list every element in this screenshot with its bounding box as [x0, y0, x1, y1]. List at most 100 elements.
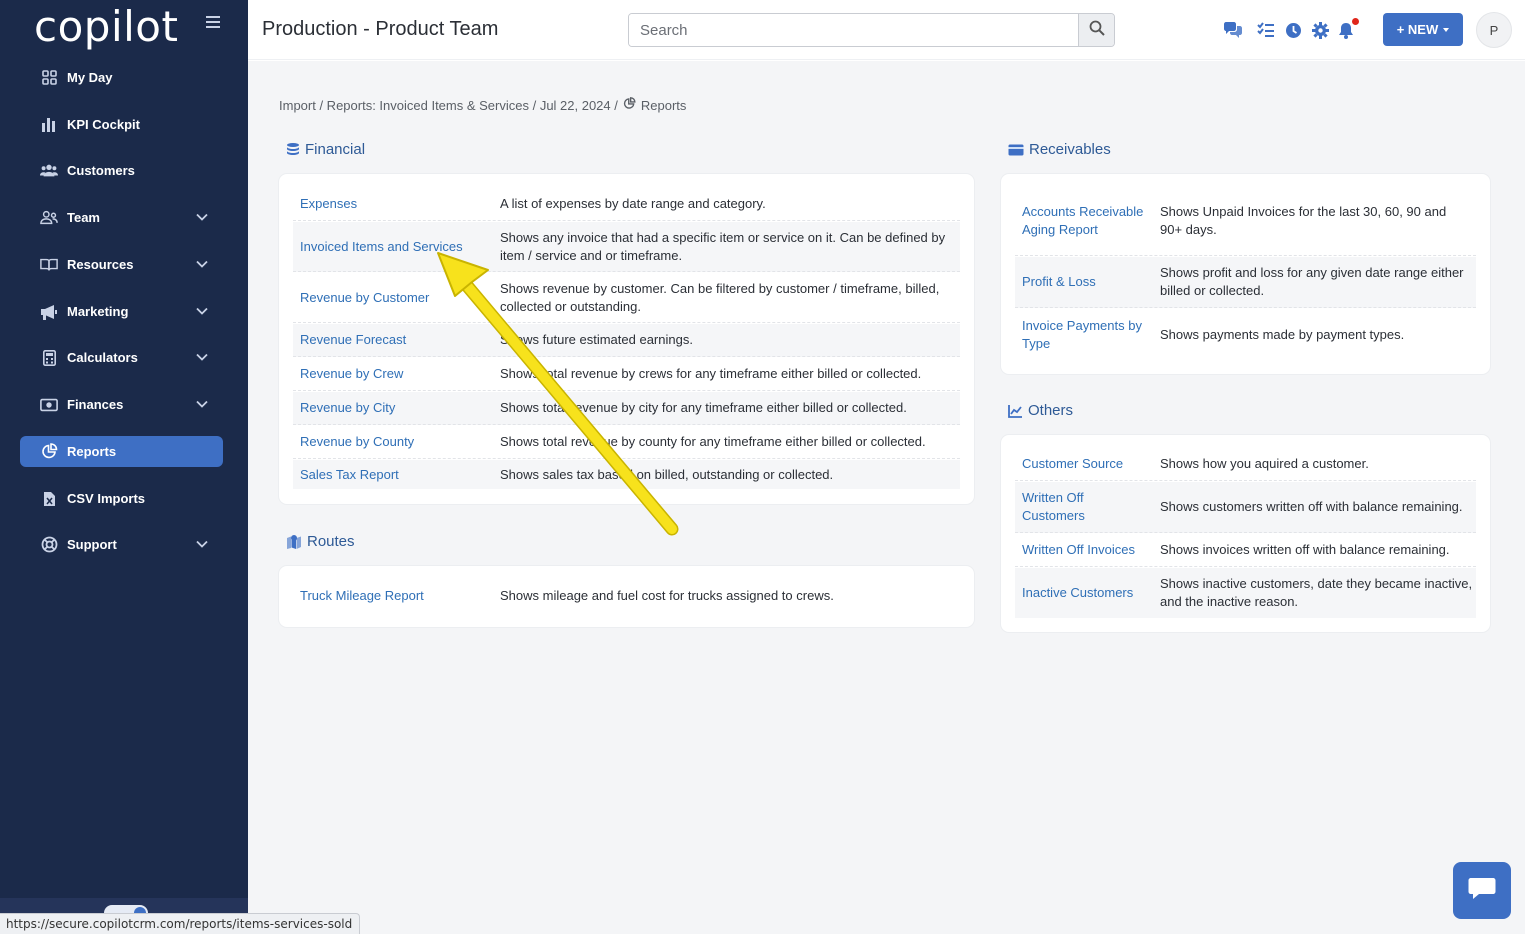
- report-link-invoiced-items-and-services[interactable]: Invoiced Items and Services: [300, 238, 463, 256]
- top-header: Production - Product Team + NEW P: [248, 0, 1525, 60]
- report-description: Shows total revenue by city for any time…: [500, 400, 907, 415]
- section-title-label: Receivables: [1029, 141, 1111, 158]
- routes-reports-card: Truck Mileage Report Shows mileage and f…: [279, 566, 974, 627]
- sidebar-item-my-day[interactable]: My Day: [20, 62, 223, 93]
- breadcrumb-path[interactable]: Import / Reports: Invoiced Items & Servi…: [279, 98, 618, 113]
- financial-reports-card: Expenses A list of expenses by date rang…: [279, 174, 974, 504]
- chevron-down-icon[interactable]: [195, 210, 209, 224]
- section-title-receivables: Receivables: [1008, 141, 1111, 158]
- chevron-down-icon[interactable]: [195, 537, 209, 551]
- sidebar-item-label: My Day: [67, 70, 113, 85]
- table-row: Truck Mileage Report Shows mileage and f…: [293, 579, 960, 613]
- avatar[interactable]: P: [1476, 12, 1512, 48]
- sidebar-item-kpi-cockpit[interactable]: KPI Cockpit: [20, 109, 223, 140]
- table-row: Revenue Forecast Shows future estimated …: [293, 324, 960, 357]
- new-button-label: + NEW: [1396, 22, 1439, 37]
- sidebar-item-customers[interactable]: Customers: [20, 155, 223, 186]
- chat-bubble-icon: [1467, 876, 1497, 905]
- sidebar-item-label: Marketing: [67, 304, 129, 319]
- report-link-truck-mileage-report[interactable]: Truck Mileage Report: [300, 587, 424, 605]
- search-box: [628, 13, 1115, 47]
- search-input[interactable]: [629, 14, 1079, 46]
- report-link-inactive-customers[interactable]: Inactive Customers: [1022, 584, 1152, 602]
- copilot-logo[interactable]: copilot: [34, 2, 178, 51]
- coins-icon: [286, 142, 300, 157]
- report-description: A list of expenses by date range and cat…: [500, 195, 766, 211]
- report-link-revenue-by-customer[interactable]: Revenue by Customer: [300, 289, 429, 307]
- bell-icon[interactable]: [1336, 18, 1359, 40]
- lifebuoy-icon: [40, 536, 58, 554]
- clock-icon[interactable]: [1283, 20, 1303, 40]
- table-row: Customer Source Shows how you aquired a …: [1015, 448, 1476, 481]
- main-content: Import / Reports: Invoiced Items & Servi…: [248, 61, 1525, 934]
- table-row: Revenue by City Shows total revenue by c…: [293, 392, 960, 425]
- receivables-reports-card: Accounts Receivable Aging Report Shows U…: [1001, 174, 1490, 374]
- report-link-customer-source[interactable]: Customer Source: [1022, 455, 1152, 473]
- section-title-others: Others: [1008, 402, 1073, 419]
- chevron-down-icon[interactable]: [195, 350, 209, 364]
- csv-file-icon: [40, 490, 58, 508]
- report-description: Shows invoices written off with balance …: [1160, 542, 1450, 557]
- table-row: Written Off Customers Shows customers wr…: [1015, 482, 1476, 533]
- table-row: Invoiced Items and Services Shows any in…: [293, 222, 960, 272]
- new-button[interactable]: + NEW: [1383, 13, 1463, 46]
- pie-chart-icon: [40, 443, 58, 461]
- sidebar-item-label: Finances: [67, 397, 124, 412]
- section-title-financial: Financial: [286, 141, 365, 158]
- others-reports-card: Customer Source Shows how you aquired a …: [1001, 435, 1490, 632]
- gear-icon[interactable]: [1310, 20, 1330, 40]
- sidebar-item-support[interactable]: Support: [20, 529, 223, 560]
- sidebar-item-finances[interactable]: Finances: [20, 389, 223, 420]
- chat-icon[interactable]: [1223, 20, 1243, 40]
- report-link-expenses[interactable]: Expenses: [300, 195, 357, 213]
- pie-chart-icon: [623, 97, 636, 113]
- sidebar-item-resources[interactable]: Resources: [20, 249, 223, 280]
- report-link-accounts-receivable-aging-report[interactable]: Accounts Receivable Aging Report: [1022, 203, 1147, 239]
- sidebar-item-label: CSV Imports: [67, 491, 146, 506]
- table-row: Invoice Payments by Type Shows payments …: [1015, 309, 1476, 360]
- table-row: Profit & Loss Shows profit and loss for …: [1015, 257, 1476, 308]
- hamburger-menu-icon[interactable]: [206, 16, 220, 30]
- table-row: Accounts Receivable Aging Report Shows U…: [1015, 187, 1476, 256]
- chat-widget-button[interactable]: [1453, 862, 1511, 919]
- sidebar-item-label: Customers: [67, 163, 135, 178]
- search-icon: [1089, 20, 1105, 41]
- search-button[interactable]: [1078, 14, 1114, 46]
- sidebar-item-label: Resources: [67, 257, 134, 272]
- report-link-written-off-invoices[interactable]: Written Off Invoices: [1022, 541, 1152, 559]
- report-link-revenue-by-county[interactable]: Revenue by County: [300, 433, 414, 451]
- report-description: Shows future estimated earnings.: [500, 332, 693, 347]
- report-link-revenue-forecast[interactable]: Revenue Forecast: [300, 331, 406, 349]
- report-link-sales-tax-report[interactable]: Sales Tax Report: [300, 466, 399, 484]
- section-title-label: Financial: [305, 141, 366, 158]
- breadcrumb-current: Reports: [640, 97, 687, 113]
- notification-dot: [1352, 18, 1359, 25]
- section-title-routes: Routes: [286, 533, 355, 550]
- report-link-written-off-customers[interactable]: Written Off Customers: [1022, 489, 1147, 525]
- sidebar-item-reports[interactable]: Reports: [20, 436, 223, 467]
- sidebar-item-team[interactable]: Team: [20, 202, 223, 233]
- page-title: Production - Product Team: [262, 18, 499, 40]
- report-description: Shows any invoice that had a specific it…: [500, 229, 946, 263]
- sidebar-item-calculators[interactable]: Calculators: [20, 342, 223, 373]
- report-description: Shows sales tax based on billed, outstan…: [500, 466, 834, 482]
- sidebar-item-label: Team: [67, 210, 100, 225]
- report-link-revenue-by-crew[interactable]: Revenue by Crew: [300, 365, 403, 383]
- chevron-down-icon[interactable]: [195, 257, 209, 271]
- report-link-profit-and-loss[interactable]: Profit & Loss: [1022, 273, 1147, 291]
- checklist-icon[interactable]: [1256, 20, 1276, 40]
- logo-row: copilot: [0, 0, 248, 58]
- report-link-revenue-by-city[interactable]: Revenue by City: [300, 399, 395, 417]
- sidebar-item-marketing[interactable]: Marketing: [20, 296, 223, 327]
- chevron-down-icon[interactable]: [195, 397, 209, 411]
- report-description: Shows total revenue by crews for any tim…: [500, 366, 922, 381]
- chevron-down-icon[interactable]: [195, 304, 209, 318]
- report-description: Shows how you aquired a customer.: [1160, 456, 1369, 471]
- sidebar-item-csv-imports[interactable]: CSV Imports: [20, 483, 223, 514]
- report-link-invoice-payments-by-type[interactable]: Invoice Payments by Type: [1022, 317, 1152, 353]
- report-description: Shows total revenue by county for any ti…: [500, 434, 926, 449]
- report-description: Shows Unpaid Invoices for the last 30, 6…: [1160, 204, 1447, 237]
- sidebar-item-label: Support: [67, 537, 117, 552]
- bar-chart-icon: [40, 116, 58, 134]
- breadcrumb: Import / Reports: Invoiced Items & Servi…: [279, 97, 686, 113]
